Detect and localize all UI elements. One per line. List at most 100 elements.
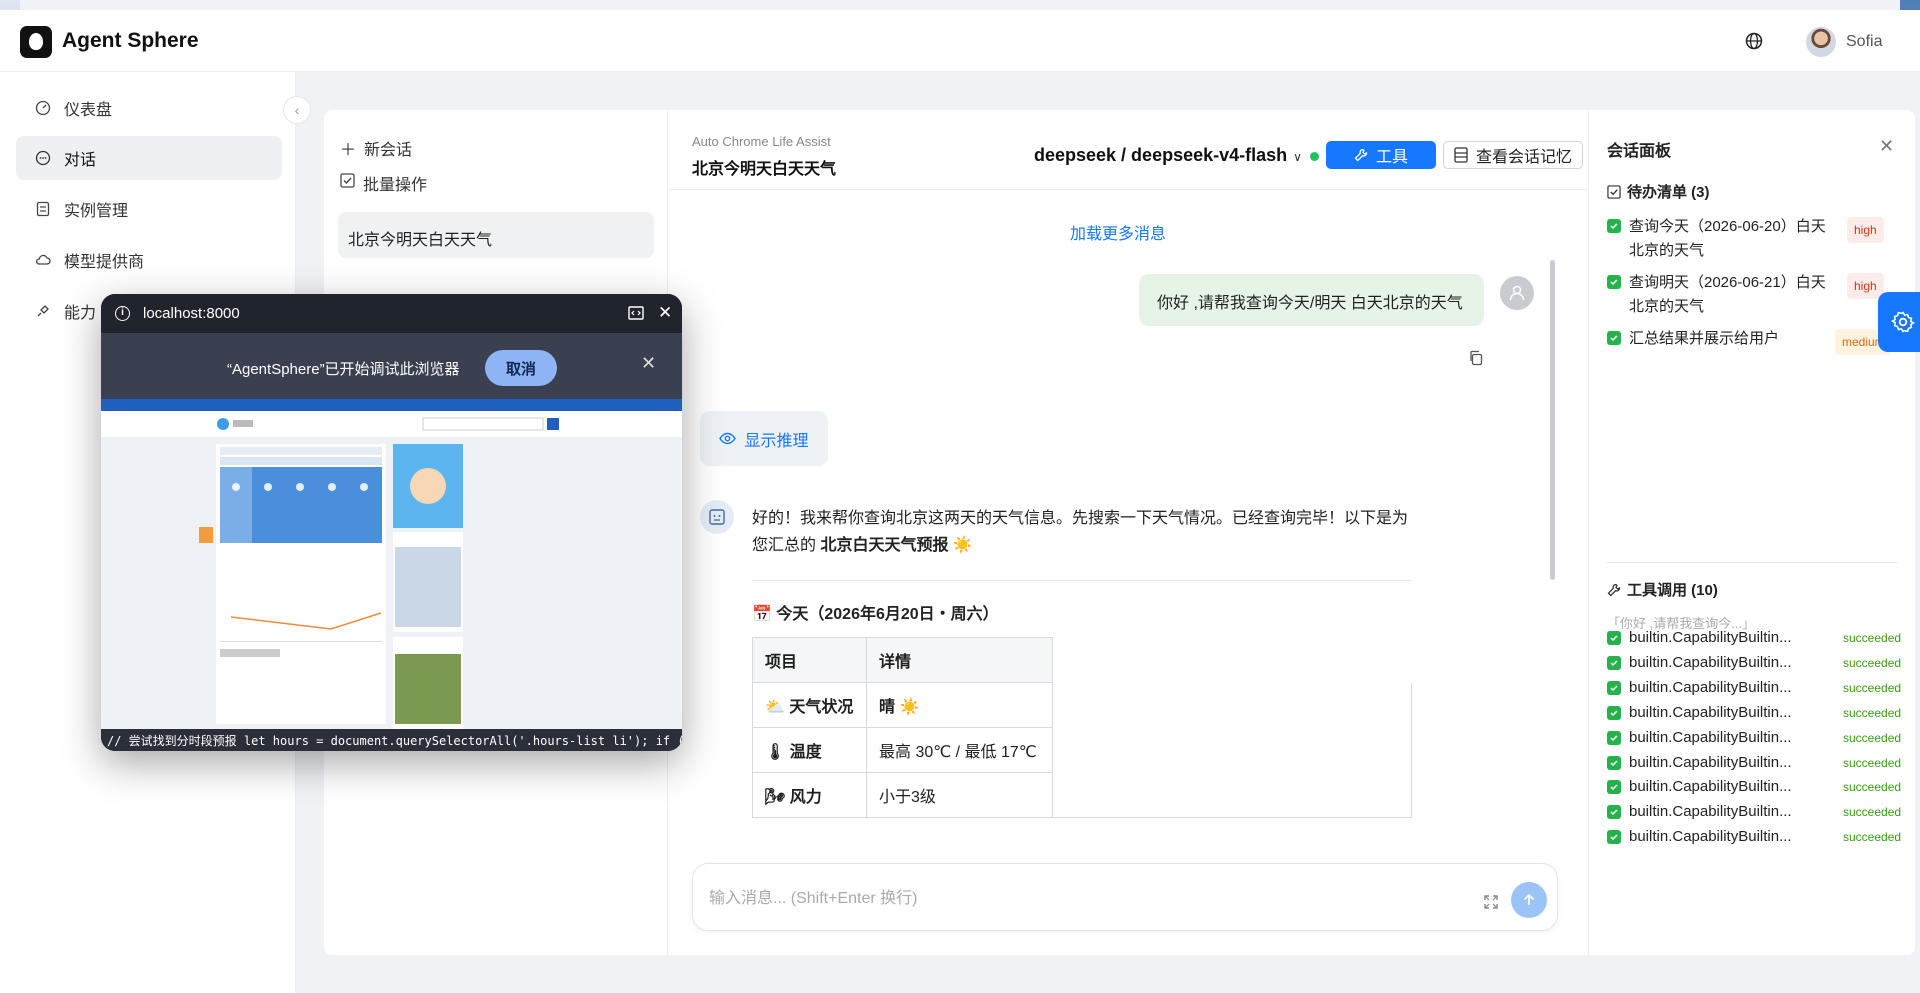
tool-call-name: builtin.CapabilityBuiltin...: [1629, 778, 1792, 795]
tool-call-item[interactable]: builtin.CapabilityBuiltin... succeeded: [1607, 654, 1907, 671]
sidebar-collapse-button[interactable]: ‹: [283, 96, 311, 124]
sun-emoji: ☀️: [948, 537, 973, 554]
dashboard-icon: [34, 99, 52, 117]
chat-messages: 加载更多消息 你好 ,请帮我查询今天/明天 白天北京的天气 显示推理 好的！我来…: [668, 190, 1588, 842]
tool-call-item[interactable]: builtin.CapabilityBuiltin... succeeded: [1607, 729, 1907, 746]
cancel-debug-button[interactable]: 取消: [485, 350, 557, 386]
table-row: 🌬 风力 小于3级: [752, 772, 1412, 818]
tool-call-item[interactable]: builtin.CapabilityBuiltin... succeeded: [1607, 778, 1907, 795]
sidebar-item-model-providers[interactable]: 模型提供商: [16, 238, 282, 282]
tool-call-item[interactable]: builtin.CapabilityBuiltin... succeeded: [1607, 679, 1907, 696]
status-dot: [1310, 152, 1319, 161]
check-icon: [1607, 755, 1621, 770]
check-icon: [1607, 331, 1621, 345]
todo-text: 汇总结果并展示给用户: [1629, 330, 1780, 347]
tool-calls-section-title: 工具调用 (10): [1607, 579, 1718, 600]
bot-avatar-icon: [700, 500, 734, 534]
wrench-icon: [1607, 583, 1621, 596]
session-panel-title: 会话面板: [1607, 143, 1672, 160]
todo-text: 查询今天（2026-06-20）白天北京的天气: [1629, 218, 1826, 259]
debug-message: “AgentSphere”已开始调试此浏览器: [227, 361, 460, 378]
chevron-down-icon: ∨: [1293, 150, 1302, 164]
expand-icon[interactable]: [1483, 894, 1499, 910]
close-icon[interactable]: ✕: [1879, 136, 1894, 157]
tool-call-name: builtin.CapabilityBuiltin...: [1629, 754, 1792, 771]
check-icon: [1607, 275, 1621, 289]
check-icon: [1607, 630, 1621, 645]
sidebar-item-chat[interactable]: 对话: [16, 136, 282, 180]
document-icon: [1454, 147, 1468, 163]
show-reasoning-label: 显示推理: [744, 432, 809, 450]
popup-url: localhost:8000: [143, 305, 240, 322]
check-icon: [1607, 705, 1621, 720]
batch-operation-label: 批量操作: [363, 177, 428, 194]
settings-button[interactable]: [1878, 292, 1920, 352]
check-icon: [1607, 779, 1621, 794]
message-input-box[interactable]: 输入消息... (Shift+Enter 换行): [692, 863, 1558, 931]
cloud-icon: [34, 251, 52, 269]
load-more-link[interactable]: 加载更多消息: [668, 220, 1568, 244]
tool-call-item[interactable]: builtin.CapabilityBuiltin... succeeded: [1607, 629, 1907, 646]
sidebar-item-dashboard[interactable]: 仪表盘: [16, 86, 282, 130]
arrow-up-icon: [1523, 893, 1535, 905]
close-icon[interactable]: ✕: [641, 353, 656, 374]
conversation-item[interactable]: 北京今明天白天天气: [338, 212, 654, 258]
todo-text: 查询明天（2026-06-21）白天北京的天气: [1629, 274, 1826, 315]
user-name[interactable]: Sofia: [1846, 33, 1882, 51]
chat-scrollbar[interactable]: [1550, 260, 1555, 580]
tool-call-name: builtin.CapabilityBuiltin...: [1629, 654, 1792, 671]
tool-call-status: succeeded: [1843, 755, 1902, 770]
tool-call-name: builtin.CapabilityBuiltin...: [1629, 729, 1792, 746]
priority-badge: high: [1847, 217, 1884, 243]
batch-operation-button[interactable]: 批量操作: [340, 171, 427, 195]
tool-call-item[interactable]: builtin.CapabilityBuiltin... succeeded: [1607, 828, 1907, 845]
model-name: deepseek / deepseek-v4-flash: [1034, 145, 1288, 165]
weather-site-screenshot-image: [101, 399, 682, 729]
view-memory-button[interactable]: 查看会话记忆: [1443, 141, 1583, 169]
table-cell: 小于3级: [866, 772, 1053, 818]
globe-icon[interactable]: [1744, 31, 1764, 51]
close-icon[interactable]: ✕: [658, 303, 672, 323]
check-icon: [1607, 680, 1621, 695]
brand-logo-icon: [20, 26, 52, 58]
table-cell: ⛅ 天气状况: [752, 682, 867, 728]
tool-call-status: succeeded: [1843, 804, 1902, 819]
table-cell: 晴 ☀️: [866, 682, 1053, 728]
chat-title: 北京今明天白天天气: [692, 161, 837, 178]
today-heading: 📅 今天（2026年6月20日・周六）: [752, 606, 999, 623]
sidebar-item-label: 仪表盘: [64, 102, 113, 119]
copy-icon[interactable]: [1468, 350, 1484, 366]
table-cell: 🌡 温度: [752, 727, 867, 773]
tool-call-status: succeeded: [1843, 829, 1902, 844]
tool-call-item[interactable]: builtin.CapabilityBuiltin... succeeded: [1607, 704, 1907, 721]
brand-name: Agent Sphere: [62, 29, 199, 52]
send-button[interactable]: [1511, 882, 1547, 918]
instance-icon: [34, 200, 52, 218]
chat-header: Auto Chrome Life Assist 北京今明天白天天气 deepse…: [668, 110, 1588, 190]
new-conversation-label: 新会话: [364, 142, 413, 159]
tool-call-item[interactable]: builtin.CapabilityBuiltin... succeeded: [1607, 754, 1907, 771]
gear-icon: [1891, 311, 1915, 333]
tool-call-status: succeeded: [1843, 680, 1902, 695]
maximize-icon[interactable]: [628, 306, 644, 320]
message-input-placeholder[interactable]: 输入消息... (Shift+Enter 换行): [709, 884, 918, 908]
plus-icon: ＋: [340, 142, 357, 159]
chevron-left-icon: ‹: [294, 102, 300, 118]
table-cell: 最高 30℃ / 最低 17℃: [866, 727, 1053, 773]
tool-call-item[interactable]: builtin.CapabilityBuiltin... succeeded: [1607, 803, 1907, 820]
status-line: // 尝试找到分时段预报 let hours = document.queryS…: [101, 729, 682, 751]
browser-debug-popup: i localhost:8000 ✕ “AgentSphere”已开始调试此浏览…: [101, 294, 682, 751]
wrench-icon: [1354, 148, 1368, 162]
check-icon: [1607, 804, 1621, 819]
session-panel: 会话面板 ✕ 待办清单 (3) 查询今天（2026-06-20）白天北京的天气 …: [1588, 110, 1915, 955]
tool-call-name: builtin.CapabilityBuiltin...: [1629, 803, 1792, 820]
tools-button[interactable]: 工具: [1326, 141, 1436, 169]
sidebar-item-instances[interactable]: 实例管理: [16, 187, 282, 231]
browser-screenshot: [101, 399, 682, 729]
check-icon: [1607, 219, 1621, 233]
user-avatar[interactable]: [1806, 27, 1836, 57]
model-selector[interactable]: deepseek / deepseek-v4-flash ∨: [1034, 145, 1302, 166]
new-conversation-button[interactable]: ＋ 新会话: [340, 136, 412, 160]
show-reasoning-button[interactable]: 显示推理: [700, 411, 828, 466]
sidebar-item-label: 对话: [64, 152, 97, 169]
